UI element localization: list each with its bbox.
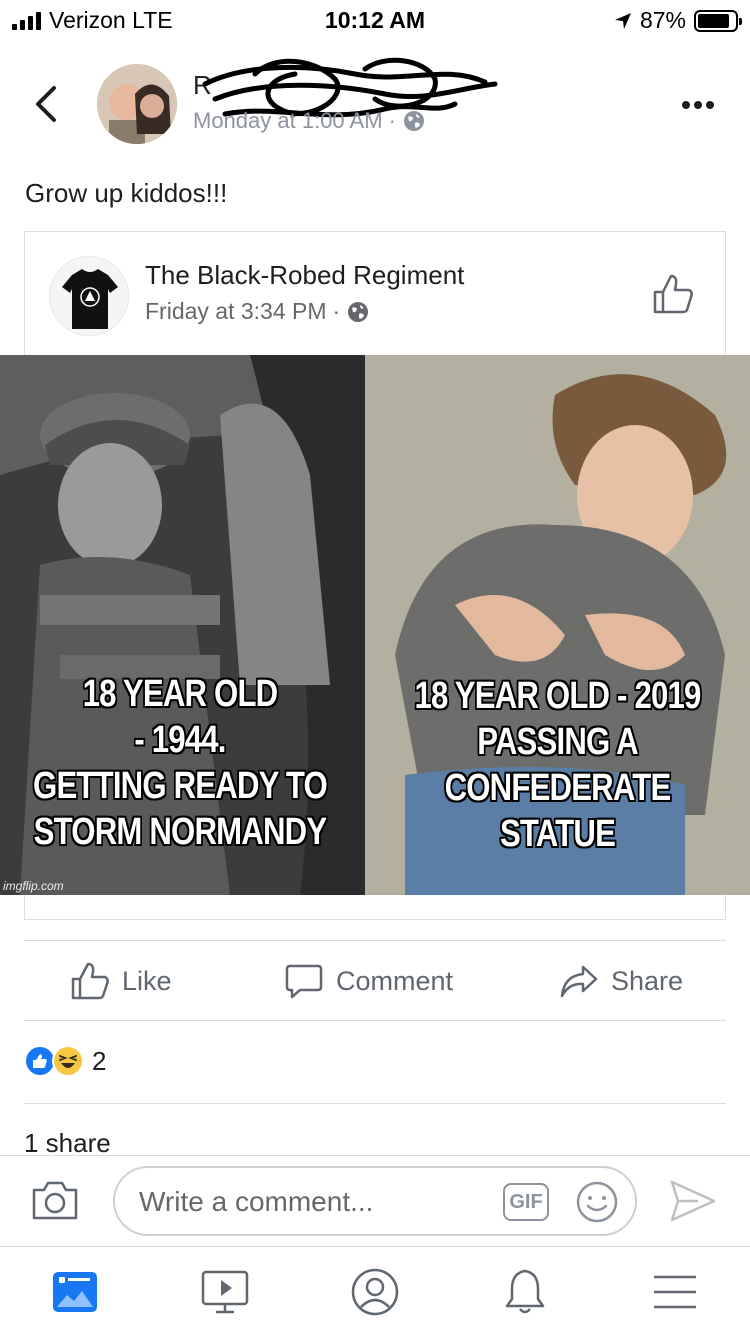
haha-reaction-icon xyxy=(52,1045,84,1077)
send-icon[interactable] xyxy=(668,1178,718,1224)
avatar-photo xyxy=(97,64,177,144)
back-icon[interactable] xyxy=(30,84,64,124)
notifications-icon[interactable] xyxy=(500,1267,550,1317)
comment-placeholder: Write a comment... xyxy=(139,1186,374,1217)
more-dots-icon xyxy=(682,101,690,109)
divider xyxy=(24,1103,726,1104)
battery-percent: 87% xyxy=(639,7,686,33)
gif-button[interactable]: GIF xyxy=(503,1183,549,1221)
post-meta: Monday at 1:00 AM · xyxy=(193,108,426,134)
comment-icon xyxy=(285,964,323,999)
page-avatar[interactable] xyxy=(49,256,129,336)
shared-post-meta: Friday at 3:34 PM · xyxy=(145,298,370,325)
reaction-count: 2 xyxy=(92,1045,107,1076)
comment-label: Comment xyxy=(336,965,454,996)
reactions-summary[interactable]: 2 xyxy=(24,1045,106,1077)
meme-caption-left: 18 YEAR OLD - 1944. GETTING READY TO STORM … xyxy=(16,671,344,855)
menu-icon[interactable] xyxy=(650,1267,700,1317)
profile-icon[interactable] xyxy=(350,1267,400,1317)
location-arrow-icon xyxy=(614,12,631,29)
more-dots-icon xyxy=(706,101,714,109)
like-page-icon[interactable] xyxy=(651,272,695,316)
like-label: Like xyxy=(122,965,172,996)
share-arrow-icon xyxy=(560,965,598,998)
divider xyxy=(24,940,726,941)
imgflip-watermark: imgflip.com xyxy=(3,879,64,893)
divider xyxy=(24,1020,726,1021)
meme-caption-right: 18 YEAR OLD - 2019 PASSING A CONFEDERATE S… xyxy=(383,673,732,857)
page-name[interactable]: The Black-Robed Regiment xyxy=(145,260,464,291)
post-actions: Like Comment Share xyxy=(24,942,726,1020)
thumbs-up-icon xyxy=(71,962,109,1000)
meme-caption-left-text: 18 YEAR OLD - 1944. GETTING READY TO STORM … xyxy=(33,673,328,853)
watch-icon[interactable] xyxy=(200,1267,250,1317)
author-avatar[interactable] xyxy=(97,64,177,144)
globe-icon xyxy=(403,111,424,131)
emoji-icon[interactable] xyxy=(575,1180,619,1224)
share-label: Share xyxy=(611,965,684,996)
bottom-tab-bar xyxy=(0,1246,750,1334)
status-right: 87% xyxy=(614,7,742,34)
battery-fill xyxy=(698,13,730,28)
camera-icon[interactable] xyxy=(30,1178,80,1222)
tshirt-logo-icon xyxy=(50,257,128,335)
meme-caption-right-text: 18 YEAR OLD - 2019 PASSING A CONFEDERATE S… xyxy=(414,675,701,855)
post-timestamp[interactable]: Monday at 1:00 AM xyxy=(193,108,383,134)
shared-image[interactable]: 18 YEAR OLD - 1944. GETTING READY TO STORM … xyxy=(0,355,750,895)
shared-timestamp[interactable]: Friday at 3:34 PM xyxy=(145,298,327,325)
meta-separator: · xyxy=(388,108,396,133)
share-button[interactable]: Share xyxy=(559,942,683,1020)
battery-icon xyxy=(694,9,742,32)
news-feed-icon[interactable] xyxy=(50,1267,100,1317)
status-bar: Verizon LTE 10:12 AM 87% xyxy=(0,0,750,40)
globe-icon xyxy=(348,301,369,322)
more-dots-icon xyxy=(694,101,702,109)
post-text: Grow up kiddos!!! xyxy=(25,178,228,208)
comment-bar: Write a comment... GIF xyxy=(0,1155,750,1245)
like-button[interactable]: Like xyxy=(70,942,172,1020)
comment-button[interactable]: Comment xyxy=(284,942,453,1020)
more-options-button[interactable] xyxy=(682,96,722,110)
meta-separator: · xyxy=(332,298,341,324)
comment-input[interactable]: Write a comment... GIF xyxy=(113,1166,637,1236)
